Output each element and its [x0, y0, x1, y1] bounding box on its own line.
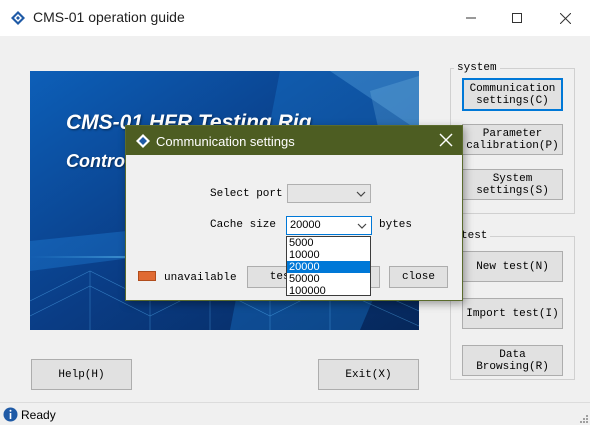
communication-settings-button[interactable]: Communication settings(C)	[462, 78, 563, 111]
dropdown-option[interactable]: 10000	[287, 249, 370, 261]
cache-unit-label: bytes	[379, 219, 413, 231]
cache-size-combo[interactable]: 20000	[286, 216, 372, 235]
close-icon	[559, 12, 571, 24]
dropdown-option[interactable]: 100000	[287, 285, 370, 297]
window-title: CMS-01 operation guide	[33, 9, 185, 25]
new-test-button[interactable]: New test(N)	[462, 251, 563, 282]
parameter-calibration-button[interactable]: Parameter calibration(P)	[462, 124, 563, 155]
select-port-combo[interactable]	[287, 184, 371, 203]
exit-button[interactable]: Exit(X)	[318, 359, 419, 390]
close-icon[interactable]	[438, 132, 454, 148]
info-icon	[3, 407, 18, 422]
data-browsing-button[interactable]: Data Browsing(R)	[462, 345, 563, 376]
maximize-icon	[512, 13, 522, 23]
select-port-label: Select port	[210, 188, 283, 200]
close-window-button[interactable]	[542, 0, 588, 36]
system-settings-button[interactable]: System settings(S)	[462, 169, 563, 200]
close-button[interactable]: close	[389, 266, 448, 288]
dialog-titlebar: Communication settings	[126, 126, 462, 155]
dialog-title: Communication settings	[156, 134, 295, 149]
dropdown-option[interactable]: 5000	[287, 237, 370, 249]
dropdown-option[interactable]: 50000	[287, 273, 370, 285]
cache-size-dropdown-list: 5000 10000 20000 50000 100000	[286, 236, 371, 297]
status-text: Ready	[21, 408, 56, 422]
minimize-icon	[466, 17, 476, 19]
maximize-button[interactable]	[494, 0, 540, 36]
minimize-button[interactable]	[448, 0, 494, 36]
resize-grip-icon[interactable]	[578, 413, 588, 423]
chevron-down-icon	[357, 223, 367, 229]
dialog-app-icon	[136, 134, 150, 148]
help-button[interactable]: Help(H)	[31, 359, 132, 390]
system-group-label: system	[454, 62, 500, 74]
import-test-button[interactable]: Import test(I)	[462, 298, 563, 329]
status-bar: Ready	[0, 402, 590, 425]
dropdown-option-selected[interactable]: 20000	[287, 261, 370, 273]
banner-subtitle: Control	[66, 151, 130, 171]
cache-size-value: 20000	[290, 219, 321, 231]
app-logo-icon	[11, 11, 25, 25]
cache-size-label: Cache size	[210, 219, 277, 231]
status-indicator	[138, 271, 156, 281]
connection-status-text: unavailable	[164, 272, 237, 284]
chevron-down-icon	[356, 191, 366, 197]
window-titlebar: CMS-01 operation guide	[0, 0, 590, 36]
